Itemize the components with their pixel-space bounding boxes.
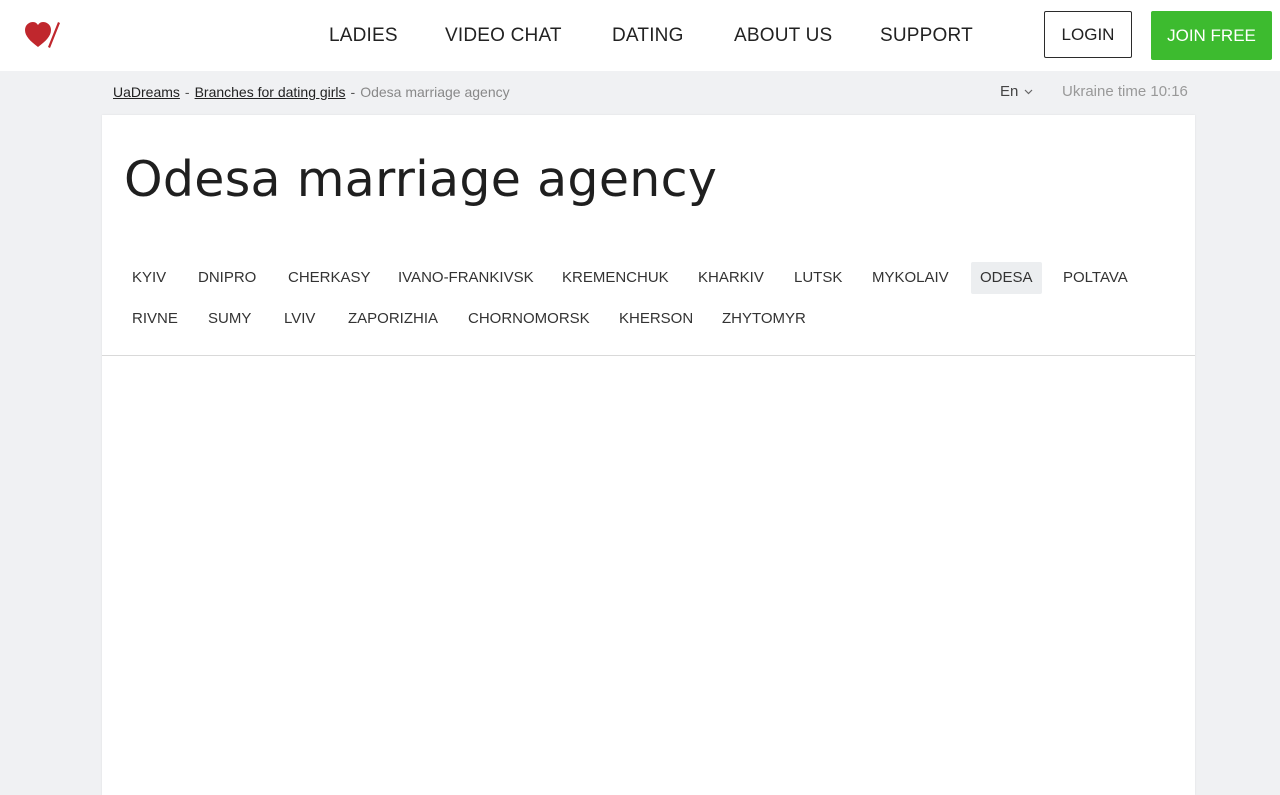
city-tab-kremenchuk[interactable]: KREMENCHUK bbox=[553, 262, 678, 294]
language-label: En bbox=[1000, 83, 1019, 100]
nav-ladies[interactable]: LADIES bbox=[329, 25, 398, 47]
content-card: Odesa marriage agency KYIV DNIPRO CHERKA… bbox=[102, 115, 1195, 795]
city-tab-odesa[interactable]: ODESA bbox=[971, 262, 1042, 294]
join-free-button[interactable]: JOIN FREE bbox=[1151, 11, 1272, 60]
breadcrumb: UaDreams - Branches for dating girls - Odesa… bbox=[113, 84, 510, 100]
city-tab-kherson[interactable]: KHERSON bbox=[610, 303, 702, 335]
logo[interactable] bbox=[24, 20, 62, 50]
city-tab-lviv[interactable]: LVIV bbox=[275, 303, 324, 335]
breadcrumb-home-link[interactable]: UaDreams bbox=[113, 84, 180, 100]
divider bbox=[102, 355, 1195, 356]
city-tab-ivano-frankivsk[interactable]: IVANO-FRANKIVSK bbox=[389, 262, 543, 294]
page-title: Odesa marriage agency bbox=[124, 151, 718, 208]
city-tab-mykolaiv[interactable]: MYKOLAIV bbox=[863, 262, 958, 294]
city-tab-cherkasy[interactable]: CHERKASY bbox=[279, 262, 380, 294]
heart-slash-logo-icon bbox=[25, 22, 60, 48]
breadcrumb-separator: - bbox=[184, 84, 190, 100]
login-button[interactable]: LOGIN bbox=[1044, 11, 1132, 58]
breadcrumb-branches-link[interactable]: Branches for dating girls bbox=[195, 84, 346, 100]
nav-dating[interactable]: DATING bbox=[612, 25, 684, 47]
breadcrumb-current: Odesa marriage agency bbox=[360, 84, 510, 100]
nav-video-chat[interactable]: VIDEO CHAT bbox=[445, 25, 562, 47]
nav-support[interactable]: SUPPORT bbox=[880, 25, 973, 47]
language-selector[interactable]: En bbox=[1000, 83, 1033, 100]
city-tab-lutsk[interactable]: LUTSK bbox=[785, 262, 851, 294]
city-tab-zaporizhia[interactable]: ZAPORIZHIA bbox=[339, 303, 447, 335]
city-tab-rivne[interactable]: RIVNE bbox=[123, 303, 187, 335]
city-tab-kyiv[interactable]: KYIV bbox=[123, 262, 175, 294]
breadcrumb-separator: - bbox=[350, 84, 356, 100]
city-tab-chornomorsk[interactable]: CHORNOMORSK bbox=[459, 303, 599, 335]
city-tab-zhytomyr[interactable]: ZHYTOMYR bbox=[713, 303, 815, 335]
city-tab-kharkiv[interactable]: KHARKIV bbox=[689, 262, 773, 294]
city-tab-poltava[interactable]: POLTAVA bbox=[1054, 262, 1137, 294]
chevron-down-icon bbox=[1024, 89, 1033, 95]
site-header: LADIES VIDEO CHAT DATING ABOUT US SUPPOR… bbox=[0, 0, 1280, 71]
nav-about-us[interactable]: ABOUT US bbox=[734, 25, 832, 47]
city-tab-sumy[interactable]: SUMY bbox=[199, 303, 260, 335]
city-tab-dnipro[interactable]: DNIPRO bbox=[189, 262, 265, 294]
ukraine-time: Ukraine time 10:16 bbox=[1062, 83, 1188, 100]
